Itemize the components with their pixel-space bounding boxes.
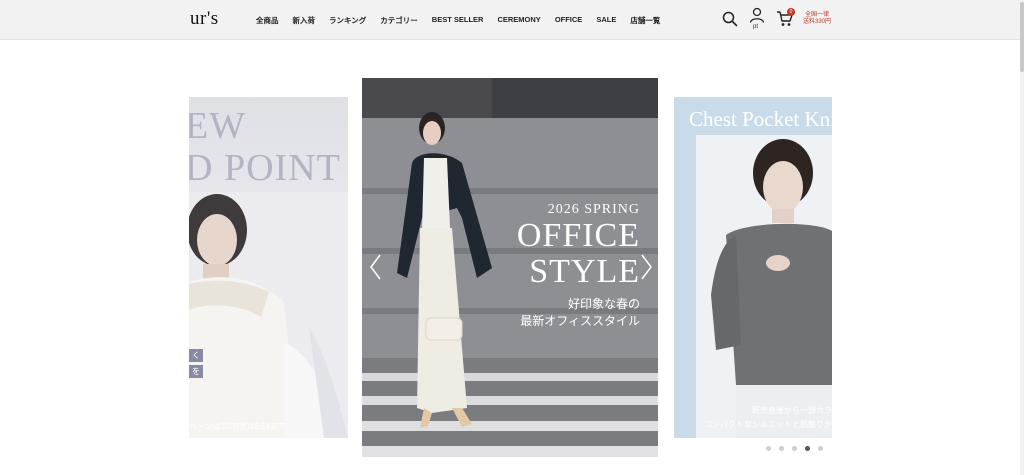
user-icon	[749, 7, 765, 23]
left-slide-model-photo	[189, 192, 348, 438]
left-slide-title-line-2: D POINT	[189, 147, 341, 189]
search-icon[interactable]	[722, 11, 738, 27]
shipping-line-2: 送料330円	[803, 19, 832, 25]
center-slide-text: 2026 SPRING OFFICE STYLE 好印象な春の 最新オフィススタ…	[517, 202, 640, 330]
carousel-dot-5[interactable]	[818, 446, 823, 451]
center-slide-title-line-1: OFFICE	[516, 217, 640, 254]
shipping-line-1: 全国一律	[805, 12, 830, 18]
site-header: ur's 全商品 新入荷 ランキング カテゴリー BEST SELLER CER…	[0, 0, 1020, 40]
nav-store-list[interactable]: 店舗一覧	[630, 15, 660, 26]
carousel-dot-1[interactable]	[766, 446, 771, 451]
center-slide-title-line-2: STYLE	[529, 253, 640, 290]
scrollbar-thumb[interactable]	[1020, 2, 1024, 72]
cart-button[interactable]: 0	[776, 8, 796, 28]
center-slide-sub-line-1: 好印象な春の	[567, 297, 640, 311]
cart-count-badge: 0	[787, 8, 795, 16]
nav-category[interactable]: カテゴリー	[380, 15, 418, 26]
left-slide-chip-2: を	[189, 365, 203, 378]
nav-all-products[interactable]: 全商品	[256, 15, 279, 26]
center-slide-season: 2026 SPRING	[547, 202, 640, 217]
center-slide-sub-line-2: 最新オフィススタイル	[520, 314, 640, 328]
points-label: pt	[753, 24, 759, 30]
carousel-dot-2[interactable]	[779, 446, 784, 451]
carousel-slide-center[interactable]: 2026 SPRING OFFICE STYLE 好印象な春の 最新オフィススタ…	[362, 78, 658, 457]
nav-ceremony[interactable]: CEREMONY	[497, 15, 540, 26]
right-slide-title: Chest Pocket Knit	[689, 107, 832, 131]
right-slide-caption-2: コンパクトなシルエットと肌触りが	[704, 420, 832, 429]
chevron-right-icon	[641, 254, 652, 280]
left-slide-title: EW D POINT	[189, 105, 341, 189]
page-scrollbar[interactable]	[1020, 0, 1024, 475]
nav-sale[interactable]: SALE	[596, 15, 616, 26]
right-slide-model-photo	[696, 135, 832, 438]
left-slide-caption: ペーンは2/27(金)10:59まで	[189, 422, 286, 431]
carousel-dot-3[interactable]	[792, 446, 797, 451]
carousel-dot-4[interactable]	[805, 446, 810, 451]
nav-office[interactable]: OFFICE	[555, 15, 583, 26]
main-nav: 全商品 新入荷 ランキング カテゴリー BEST SELLER CEREMONY…	[256, 15, 660, 26]
shipping-notice: 全国一律 送料330円	[803, 12, 831, 26]
nav-best-seller[interactable]: BEST SELLER	[432, 15, 484, 26]
carousel-slide-left[interactable]: EW D POINT く を ペーンは2/27(金)10:59まで	[189, 97, 348, 438]
site-logo[interactable]: ur's	[190, 8, 219, 30]
account-button[interactable]: pt	[749, 7, 765, 35]
left-slide-title-line-1: EW	[189, 105, 247, 147]
carousel-next-arrow[interactable]	[636, 252, 656, 282]
carousel-pagination	[766, 446, 823, 451]
carousel-prev-arrow[interactable]	[366, 252, 386, 282]
nav-new-arrivals[interactable]: 新入荷	[293, 15, 316, 26]
left-slide-chip-1: く	[189, 349, 203, 362]
carousel-slide-right[interactable]: Chest Pocket Knit 販売直後から一部カラ コンパクトなシルエット…	[674, 97, 832, 438]
nav-ranking[interactable]: ランキング	[329, 15, 366, 26]
right-slide-caption-1: 販売直後から一部カラ	[752, 406, 832, 415]
chevron-left-icon	[370, 254, 381, 280]
